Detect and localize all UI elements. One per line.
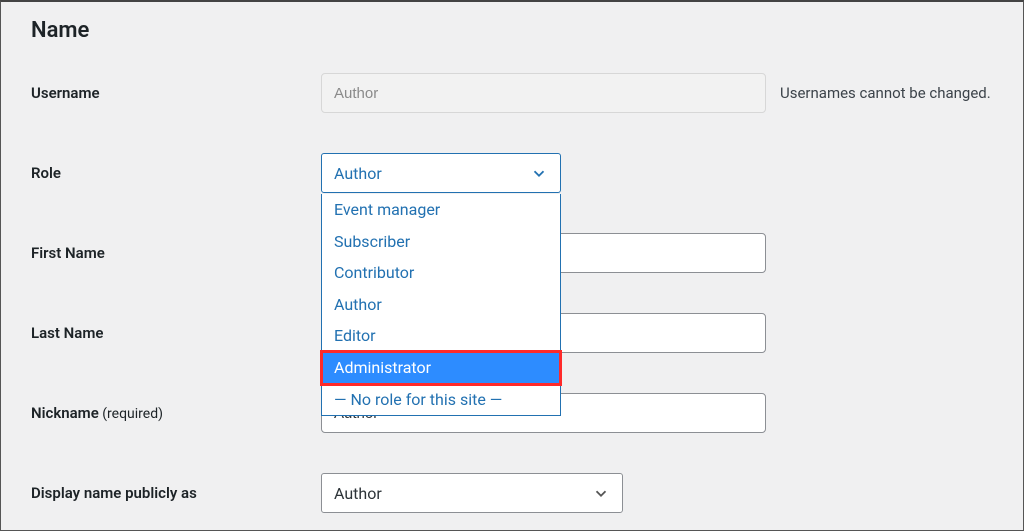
role-option-contributor[interactable]: Contributor <box>322 257 560 289</box>
role-option-subscriber[interactable]: Subscriber <box>322 226 560 258</box>
role-option-author[interactable]: Author <box>322 289 560 321</box>
label-first-name: First Name <box>31 244 321 262</box>
display-name-select[interactable]: Author <box>321 473 623 513</box>
chevron-down-icon <box>592 484 610 502</box>
display-name-select-value: Author <box>334 484 382 503</box>
label-username: Username <box>31 84 321 102</box>
label-nickname: Nickname (required) <box>31 404 321 422</box>
role-dropdown: Event manager Subscriber Contributor Aut… <box>321 194 561 416</box>
role-option-editor[interactable]: Editor <box>322 320 560 352</box>
nickname-required-note: (required) <box>99 406 163 422</box>
section-title-name: Name <box>31 18 993 43</box>
label-display-name: Display name publicly as <box>31 484 321 502</box>
row-role: Role Author Event manager Subscriber Con… <box>31 153 993 193</box>
role-option-event-manager[interactable]: Event manager <box>322 194 560 226</box>
label-role: Role <box>31 164 321 182</box>
label-last-name: Last Name <box>31 324 321 342</box>
row-display-name: Display name publicly as Author <box>31 473 993 513</box>
role-option-no-role[interactable]: — No role for this site — <box>322 384 560 416</box>
role-select-value: Author <box>334 164 382 183</box>
username-input <box>321 73 766 113</box>
role-option-administrator[interactable]: Administrator <box>322 352 560 384</box>
role-select[interactable]: Author Event manager Subscriber Contribu… <box>321 153 561 193</box>
chevron-down-icon <box>530 164 548 182</box>
username-hint: Usernames cannot be changed. <box>766 84 991 102</box>
row-username: Username Usernames cannot be changed. <box>31 73 993 113</box>
